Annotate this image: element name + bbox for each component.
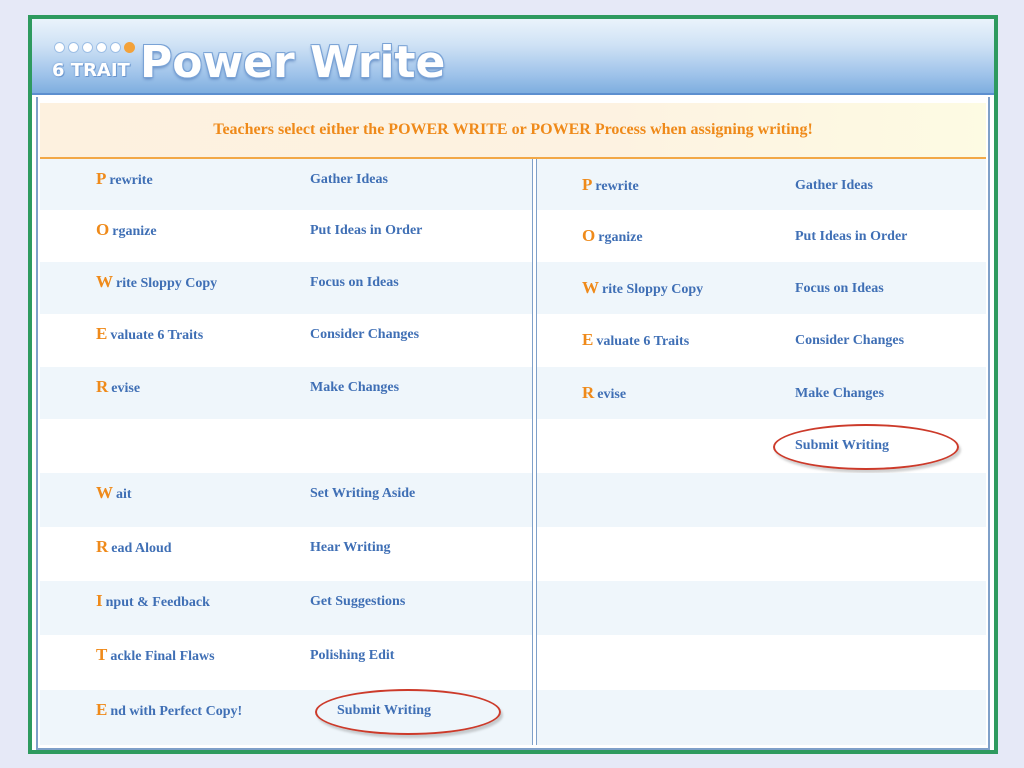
step-description: Gather Ideas [795,178,873,193]
step-row: Revise Make Changes [40,367,532,419]
step-row: Evaluate 6 Traits Consider Changes [40,314,532,367]
step-description: Focus on Ideas [795,281,884,296]
step-word: nput & Feedback [105,595,210,610]
step-row: Write Sloppy Copy Focus on Ideas [537,262,986,314]
step-label: Evaluate 6 Traits [582,330,689,350]
step-row [537,690,986,745]
step-description: Make Changes [795,386,885,401]
step-row: Tackle Final Flaws Polishing Edit [40,635,532,690]
step-initial: W [96,272,113,291]
step-initial: R [96,537,109,556]
step-initial: R [96,377,109,396]
step-word: ackle Final Flaws [110,649,215,664]
step-row: Prewrite Gather Ideas [40,159,532,210]
logo-title: Power Write [140,37,446,88]
step-row: Write Sloppy Copy Focus on Ideas [40,262,532,314]
header-banner: 6 TRAIT Power Write [32,19,994,95]
step-description: Consider Changes [310,327,420,342]
step-row: Organize Put Ideas in Order [537,210,986,262]
step-initial: T [96,645,108,664]
step-word: valuate 6 Traits [596,334,690,349]
slide-inner: 6 TRAIT Power Write Teachers select eith… [32,19,994,750]
step-row [537,473,986,527]
step-word: evise [597,387,627,402]
step-row: Revise Make Changes [537,367,986,419]
step-row: Input & Feedback Get Suggestions [40,581,532,635]
step-initial: P [582,175,593,194]
step-word: rganize [598,230,643,245]
step-initial: O [96,220,110,239]
step-label: Write Sloppy Copy [96,272,217,292]
step-description: Put Ideas in Order [310,223,423,238]
step-initial: E [582,330,594,349]
step-initial: R [582,383,595,402]
step-description: Hear Writing [310,540,391,555]
step-word: rganize [112,224,157,239]
notice-banner: Teachers select either the POWER WRITE o… [40,103,986,159]
step-label: Tackle Final Flaws [96,645,215,665]
step-label: Prewrite [582,175,639,195]
highlight-circle [773,424,959,470]
step-word: rewrite [109,173,153,188]
step-description: Put Ideas in Order [795,229,908,244]
step-word: ead Aloud [111,541,172,556]
step-row [40,419,532,473]
step-description: Set Writing Aside [310,486,416,501]
step-word: evise [111,381,141,396]
step-label: Read Aloud [96,537,172,557]
step-word: rite Sloppy Copy [602,282,704,297]
step-label: Revise [582,383,626,403]
step-initial: P [96,169,107,188]
step-description: Focus on Ideas [310,275,399,290]
step-label: Prewrite [96,169,153,189]
step-initial: W [96,483,113,502]
step-row: Submit Writing [537,419,986,473]
step-row: Read Aloud Hear Writing [40,527,532,581]
step-description: Get Suggestions [310,594,406,609]
step-word: ait [116,487,132,502]
logo-brand: 6 TRAIT [52,60,130,81]
step-word: rewrite [595,179,639,194]
step-label: End with Perfect Copy! [96,700,242,720]
step-description: Consider Changes [795,333,905,348]
step-initial: W [582,278,599,297]
highlight-circle [315,689,501,735]
step-initial: O [582,226,596,245]
step-description: Make Changes [310,380,400,395]
step-initial: I [96,591,103,610]
step-label: Wait [96,483,132,503]
step-row [537,635,986,690]
logo-dots-icon [54,42,135,54]
notice-text: Teachers select either the POWER WRITE o… [213,121,813,138]
step-word: rite Sloppy Copy [116,276,218,291]
step-label: Input & Feedback [96,591,210,611]
step-row: Evaluate 6 Traits Consider Changes [537,314,986,367]
power-write-column: Prewrite Gather Ideas Organize Put Ideas in… [40,159,532,745]
content-panel: Teachers select either the POWER WRITE o… [36,97,990,750]
step-row: Prewrite Gather Ideas [537,159,986,210]
power-process-column: Prewrite Gather Ideas Organize Put Ideas in… [537,159,986,745]
step-label: Evaluate 6 Traits [96,324,203,344]
step-description: Polishing Edit [310,648,395,663]
step-row: End with Perfect Copy! Submit Writing [40,689,532,745]
step-row [537,581,986,635]
step-description: Gather Ideas [310,172,388,187]
slide-frame: 6 TRAIT Power Write Teachers select eith… [28,15,998,754]
step-label: Write Sloppy Copy [582,278,703,298]
step-initial: E [96,324,108,343]
step-label: Organize [96,220,157,240]
step-row: Organize Put Ideas in Order [40,210,532,262]
step-initial: E [96,700,108,719]
step-label: Revise [96,377,140,397]
step-label: Organize [582,226,643,246]
step-word: nd with Perfect Copy! [110,704,243,719]
step-word: valuate 6 Traits [110,328,204,343]
step-row [537,527,986,581]
step-row: Wait Set Writing Aside [40,473,532,527]
